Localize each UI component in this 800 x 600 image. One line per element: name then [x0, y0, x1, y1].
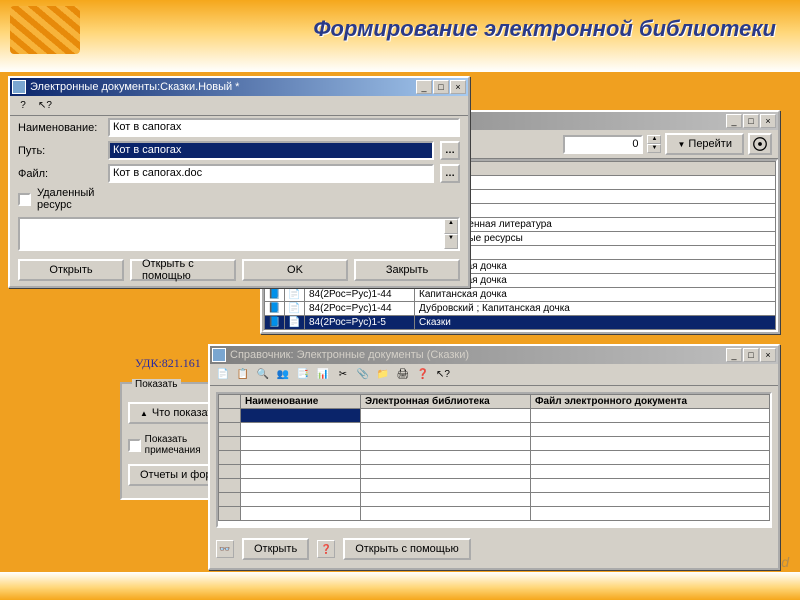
- row-title: Дубровский ; Капитанская дочка: [415, 302, 776, 316]
- tool-icon[interactable]: 📁: [374, 366, 392, 384]
- row-type-icon: 📄: [285, 316, 305, 330]
- footer-stripe: [0, 572, 800, 600]
- ok-button[interactable]: OK: [242, 259, 348, 281]
- minimize-button[interactable]: _: [726, 348, 742, 362]
- help-cursor-icon[interactable]: ↖?: [434, 366, 452, 384]
- tool-icon[interactable]: 👥: [274, 366, 292, 384]
- window-icon: [212, 348, 226, 362]
- open-button[interactable]: Открыть: [18, 259, 124, 281]
- edoc-titlebar[interactable]: Электронные документы:Сказки.Новый * _ □…: [10, 78, 468, 96]
- file-label: Файл:: [18, 168, 102, 180]
- close-form-button[interactable]: Закрыть: [354, 259, 460, 281]
- open-with-button[interactable]: Открыть с помощью: [130, 259, 236, 281]
- maximize-button[interactable]: □: [743, 348, 759, 362]
- go-button[interactable]: Перейти: [665, 133, 744, 155]
- file-field[interactable]: Кот в сапогах.doc: [108, 164, 434, 183]
- tool-icon[interactable]: 📑: [294, 366, 312, 384]
- row-code: 84(2Рос=Рус)1-44: [305, 302, 415, 316]
- minimize-button[interactable]: _: [726, 114, 742, 128]
- remote-label: Удаленный ресурс: [37, 187, 121, 211]
- grid-col-lib[interactable]: Электронная библиотека: [361, 395, 531, 409]
- target-icon-button[interactable]: [748, 133, 772, 155]
- help-icon[interactable]: ❓: [317, 540, 335, 558]
- maximize-button[interactable]: □: [433, 80, 449, 94]
- ref-open-with-button[interactable]: Открыть с помощью: [343, 538, 471, 560]
- close-button[interactable]: ×: [760, 348, 776, 362]
- target-icon: [750, 134, 770, 154]
- edoc-title: Электронные документы:Сказки.Новый *: [30, 81, 416, 93]
- help-cursor-icon[interactable]: ↖?: [36, 97, 54, 115]
- help-icon[interactable]: ?: [14, 97, 32, 115]
- tool-icon[interactable]: ❓: [414, 366, 432, 384]
- tool-icon[interactable]: 📋: [234, 366, 252, 384]
- reference-titlebar[interactable]: Справочник: Электронные документы (Сказк…: [210, 346, 778, 364]
- reference-table[interactable]: Наименование Электронная библиотека Файл…: [218, 394, 770, 521]
- row-folder-icon: 📘: [265, 302, 285, 316]
- edoc-body: Наименование: Кот в сапогах Путь: Кот в …: [10, 116, 468, 289]
- reference-window: Справочник: Электронные документы (Сказк…: [208, 344, 780, 570]
- glasses-icon[interactable]: 👓: [216, 540, 234, 558]
- notes-textarea[interactable]: ▲▼: [18, 217, 460, 251]
- name-field[interactable]: Кот в сапогах: [108, 118, 460, 137]
- banner-logo: [10, 6, 80, 54]
- reference-bottombar: 👓 Открыть ❓ Открыть с помощью: [210, 534, 778, 564]
- row-type-icon: 📄: [285, 288, 305, 302]
- row-type-icon: 📄: [285, 302, 305, 316]
- arrow-down-icon: [677, 138, 685, 150]
- name-label: Наименование:: [18, 122, 102, 134]
- tool-icon[interactable]: 🔍: [254, 366, 272, 384]
- row-folder-icon: 📘: [265, 288, 285, 302]
- udk-label: УДК:821.161: [135, 356, 201, 371]
- row-folder-icon: 📘: [265, 316, 285, 330]
- arrow-up-icon: [140, 407, 148, 419]
- path-browse-button[interactable]: …: [440, 141, 460, 160]
- groupbox-title: Показать: [132, 379, 181, 390]
- slide-banner: Формирование электронной библиотеки: [0, 0, 800, 72]
- file-browse-button[interactable]: …: [440, 164, 460, 183]
- edoc-form-window: Электронные документы:Сказки.Новый * _ □…: [8, 76, 470, 288]
- row-title: Сказки: [415, 316, 776, 330]
- ref-open-label: Открыть: [254, 543, 297, 555]
- grid-col-name[interactable]: Наименование: [241, 395, 361, 409]
- row-title: Капитанская дочка: [415, 288, 776, 302]
- tool-icon[interactable]: ✂: [334, 366, 352, 384]
- minimize-button[interactable]: _: [416, 80, 432, 94]
- row-code: 84(2Рос=Рус)1-44: [305, 288, 415, 302]
- close-button[interactable]: ×: [450, 80, 466, 94]
- reference-title: Справочник: Электронные документы (Сказк…: [230, 349, 726, 361]
- tool-icon[interactable]: 🖨: [394, 366, 412, 384]
- remote-checkbox[interactable]: [18, 193, 31, 206]
- go-button-label: Перейти: [688, 138, 732, 150]
- row-code: 84(2Рос=Рус)1-5: [305, 316, 415, 330]
- window-icon: [12, 80, 26, 94]
- ok-button-label: OK: [287, 264, 303, 276]
- spin-arrows[interactable]: ▲▼: [647, 135, 661, 153]
- close-form-button-label: Закрыть: [386, 264, 428, 276]
- open-with-button-label: Открыть с помощью: [142, 258, 224, 282]
- slide-title: Формирование электронной библиотеки: [313, 16, 776, 42]
- reference-toolbar: 📄 📋 🔍 👥 📑 📊 ✂ 📎 📁 🖨 ❓ ↖?: [210, 364, 778, 386]
- show-notes-checkbox[interactable]: [128, 439, 141, 452]
- open-button-label: Открыть: [49, 264, 92, 276]
- path-label: Путь:: [18, 145, 102, 157]
- grid-col-file[interactable]: Файл электронного документа: [531, 395, 770, 409]
- edoc-mini-toolbar: ? ↖?: [10, 96, 468, 116]
- tool-icon[interactable]: 📄: [214, 366, 232, 384]
- catalog-row[interactable]: 📘📄84(2Рос=Рус)1-5Сказки: [265, 316, 776, 330]
- ref-open-button[interactable]: Открыть: [242, 538, 309, 560]
- ref-open-with-label: Открыть с помощью: [355, 543, 459, 555]
- close-button[interactable]: ×: [760, 114, 776, 128]
- catalog-row[interactable]: 📘📄84(2Рос=Рус)1-44Дубровский ; Капитанск…: [265, 302, 776, 316]
- path-field[interactable]: Кот в сапогах: [108, 141, 434, 160]
- grid-rownum-header: [219, 395, 241, 409]
- tool-icon[interactable]: 📎: [354, 366, 372, 384]
- tool-icon[interactable]: 📊: [314, 366, 332, 384]
- catalog-row[interactable]: 📘📄84(2Рос=Рус)1-44Капитанская дочка: [265, 288, 776, 302]
- reference-grid: Наименование Электронная библиотека Файл…: [216, 392, 772, 528]
- maximize-button[interactable]: □: [743, 114, 759, 128]
- spin-value-field[interactable]: 0: [563, 135, 643, 154]
